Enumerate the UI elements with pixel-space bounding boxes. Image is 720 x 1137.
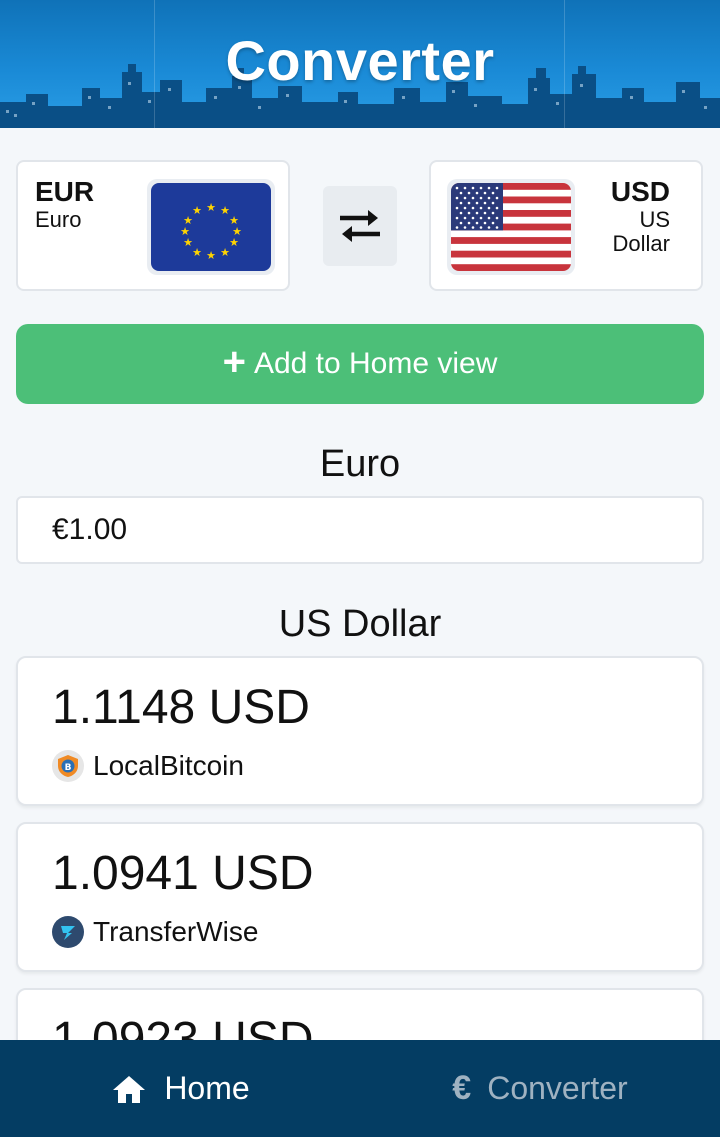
eu-flag-icon: ★ ★ ★ ★ ★ ★ ★ ★ ★ ★ ★ ★ [147,179,275,275]
bottom-nav: Home € Converter [0,1040,720,1137]
euro-icon: € [452,1069,472,1107]
from-currency-name: Euro [35,207,82,232]
amount-input[interactable]: €1.00 [16,496,704,564]
svg-text:B: B [65,763,72,773]
svg-text:★: ★ [192,246,202,259]
transferwise-logo-icon [52,916,84,948]
svg-text:★: ★ [192,204,202,217]
app-header: Converter [0,0,720,128]
nav-home-label: Home [164,1070,250,1106]
localbitcoin-logo-icon: B [52,750,84,782]
rate-value: 1.0941 USD [52,847,314,900]
rate-card[interactable]: 1.0941 USD TransferWise [16,822,704,972]
svg-text:★: ★ [229,236,239,249]
provider-name: TransferWise [93,916,259,947]
svg-text:★: ★ [220,246,230,259]
rate-card[interactable]: 1.1148 USD B LocalBitcoin [16,656,704,806]
provider-name: LocalBitcoin [93,750,244,781]
target-currency-heading: US Dollar [278,603,442,645]
nav-converter-label: Converter [487,1070,628,1106]
swap-currencies-button[interactable] [323,186,397,266]
plus-icon: + [222,340,246,384]
swap-arrows-icon [340,210,380,242]
to-currency-code: USD [610,176,670,207]
to-currency-selector[interactable]: USD US Dollar [429,160,703,291]
nav-converter[interactable]: € Converter [360,1040,720,1137]
nav-home[interactable]: Home [0,1040,360,1137]
source-currency-heading: Euro [319,443,401,485]
us-flag-icon [447,179,575,275]
add-to-home-label: Add to Home view [253,347,498,380]
page-title: Converter [225,29,495,92]
rate-value: 1.1148 USD [52,681,310,734]
svg-text:★: ★ [206,201,216,214]
from-currency-code: EUR [35,176,95,207]
rate-provider: TransferWise [52,916,258,948]
svg-text:★: ★ [206,249,216,262]
from-currency-selector[interactable]: EUR Euro ★ ★ ★ ★ ★ ★ ★ ★ ★ ★ ★ ★ [16,160,290,291]
to-currency-name: US Dollar [612,207,670,256]
rate-provider: B LocalBitcoin [52,750,244,782]
home-icon [110,1073,148,1105]
add-to-home-button[interactable]: + Add to Home view [16,324,704,404]
